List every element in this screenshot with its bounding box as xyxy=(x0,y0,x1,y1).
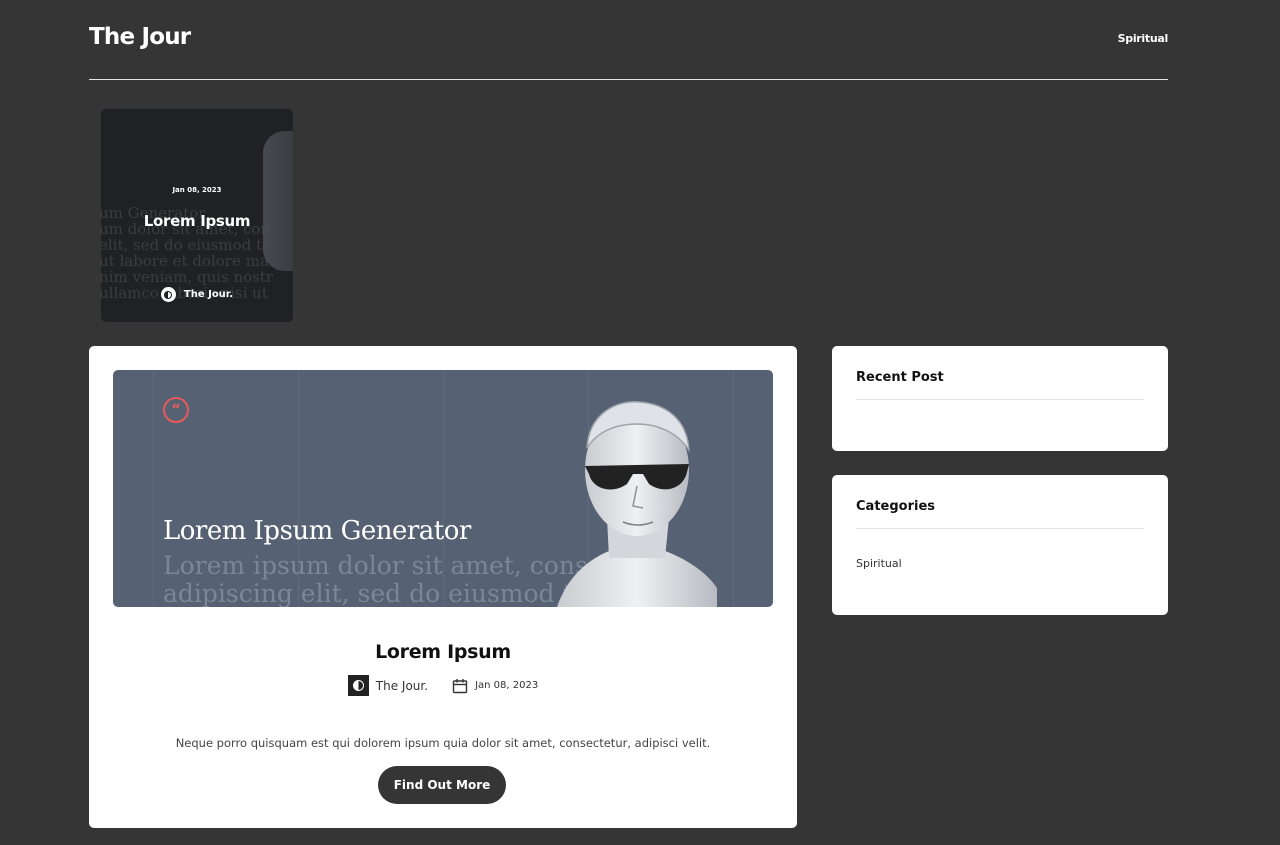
post-date-text: Jan 08, 2023 xyxy=(475,680,539,691)
featured-post-date: Jan 08, 2023 xyxy=(172,186,222,194)
author-avatar-icon xyxy=(347,675,369,696)
author-avatar-icon xyxy=(160,287,176,302)
featured-post-title[interactable]: Lorem Ipsum xyxy=(101,212,293,230)
site-header: The Jour Spiritual xyxy=(89,0,1168,80)
post-date: Jan 08, 2023 xyxy=(452,678,538,694)
recent-post-widget: Recent Post xyxy=(832,346,1168,451)
post-author-name: The Jour. xyxy=(375,678,429,693)
categories-title: Categories xyxy=(856,499,1144,529)
site-logo[interactable]: The Jour xyxy=(89,24,191,50)
find-out-more-button[interactable]: Find Out More xyxy=(378,766,506,804)
post-card: “ Lorem Ipsum Generator Lorem ipsum dolo… xyxy=(89,346,797,828)
nav-link-spiritual[interactable]: Spiritual xyxy=(1118,32,1169,45)
category-link-spiritual[interactable]: Spiritual xyxy=(856,557,902,570)
calendar-icon xyxy=(452,678,468,693)
post-author[interactable]: The Jour. xyxy=(347,675,429,696)
banner-title: Lorem Ipsum Generator xyxy=(163,516,471,546)
featured-bust-image xyxy=(263,131,293,271)
recent-post-title: Recent Post xyxy=(856,370,1144,400)
bust-sunglasses-image xyxy=(557,401,717,607)
featured-author-name: The Jour. xyxy=(183,289,234,300)
banner-subtitle: Lorem ipsum dolor sit amet, cons adipisc… xyxy=(163,551,588,608)
post-meta: The Jour. Jan 08, 2023 xyxy=(89,675,797,696)
post-banner-image[interactable]: “ Lorem Ipsum Generator Lorem ipsum dolo… xyxy=(113,370,773,607)
post-title[interactable]: Lorem Ipsum xyxy=(89,641,797,663)
quote-icon: “ xyxy=(163,397,189,423)
featured-post-author[interactable]: The Jour. xyxy=(101,287,293,302)
post-excerpt: Neque porro quisquam est qui dolorem ips… xyxy=(175,735,711,750)
categories-widget: Categories Spiritual xyxy=(832,475,1168,615)
featured-post-card[interactable]: um Generator um dolor sit amet, con elit… xyxy=(101,109,293,322)
